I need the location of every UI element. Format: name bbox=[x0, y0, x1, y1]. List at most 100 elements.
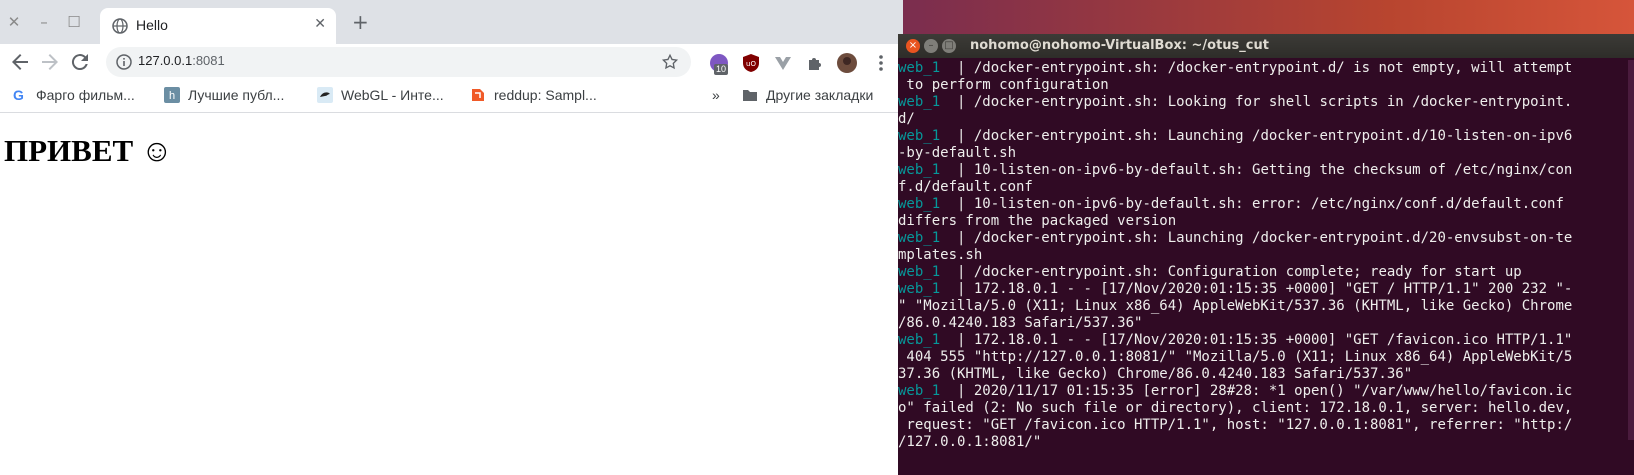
terminal-line: web_1 | 10-listen-on-ipv6-by-default.sh:… bbox=[898, 162, 1628, 179]
log-text: | /docker-entrypoint.sh: Launching /dock… bbox=[957, 128, 1573, 144]
terminal-minimize-icon[interactable]: – bbox=[924, 39, 938, 53]
log-text: | /docker-entrypoint.sh: Looking for she… bbox=[957, 94, 1573, 110]
svg-text:G: G bbox=[13, 87, 24, 103]
container-tag: web_1 bbox=[898, 60, 958, 76]
log-text: /127.0.0.1:8081/" bbox=[898, 434, 1042, 450]
container-tag: web_1 bbox=[898, 230, 958, 246]
forward-arrow-icon[interactable] bbox=[38, 50, 62, 74]
folder-icon bbox=[743, 90, 757, 101]
reddup-icon bbox=[472, 89, 484, 101]
container-tag: web_1 bbox=[898, 383, 958, 399]
log-text: o" failed (2: No such file or directory)… bbox=[898, 400, 1573, 416]
bookmarks-overflow-button[interactable]: » bbox=[712, 87, 720, 105]
terminal-line: d/ bbox=[898, 111, 1628, 128]
log-text: -by-default.sh bbox=[898, 145, 1017, 161]
container-tag: web_1 bbox=[898, 264, 958, 280]
log-text: | 172.18.0.1 - - [17/Nov/2020:01:15:35 +… bbox=[957, 281, 1573, 297]
terminal-line: to perform configuration bbox=[898, 77, 1628, 94]
bookmark-item[interactable]: reddup: Sampl... bbox=[470, 87, 597, 105]
container-tag: web_1 bbox=[898, 94, 958, 110]
log-text: request: "GET /favicon.ico HTTP/1.1", ho… bbox=[898, 417, 1573, 433]
terminal-line: 404 555 "http://127.0.0.1:8081/" "Mozill… bbox=[898, 349, 1628, 366]
ublock-icon[interactable]: uO bbox=[740, 52, 762, 74]
terminal-line: web_1 | /docker-entrypoint.sh: Launching… bbox=[898, 128, 1628, 145]
terminal-line: web_1 | 10-listen-on-ipv6-by-default.sh:… bbox=[898, 196, 1628, 213]
container-tag: web_1 bbox=[898, 332, 958, 348]
terminal-output[interactable]: web_1 | /docker-entrypoint.sh: /docker-e… bbox=[898, 60, 1628, 475]
log-text: | 172.18.0.1 - - [17/Nov/2020:01:15:35 +… bbox=[957, 332, 1573, 348]
puzzle-icon[interactable] bbox=[804, 52, 826, 74]
terminal-line: request: "GET /favicon.ico HTTP/1.1", ho… bbox=[898, 417, 1628, 434]
new-tab-button[interactable]: + bbox=[352, 12, 369, 32]
url-host: 127.0.0.1 bbox=[138, 53, 193, 68]
other-bookmarks-folder[interactable]: Другие закладки bbox=[742, 87, 873, 105]
container-tag: web_1 bbox=[898, 162, 958, 178]
terminal-line: 37.36 (KHTML, like Gecko) Chrome/86.0.42… bbox=[898, 366, 1628, 383]
container-tag: web_1 bbox=[898, 281, 958, 297]
log-text: 404 555 "http://127.0.0.1:8081/" "Mozill… bbox=[898, 349, 1573, 365]
browser-toolbar: 127.0.0.1:8081 10 uO bbox=[0, 44, 903, 80]
browser-window: ✕ – ☐ Hello ✕ + 127.0.0.1:8081 10 uO G Ф… bbox=[0, 0, 903, 475]
terminal-line: web_1 | /docker-entrypoint.sh: Looking f… bbox=[898, 94, 1628, 111]
terminal-line: /86.0.4240.183 Safari/537.36" bbox=[898, 315, 1628, 332]
bookmark-star-icon[interactable] bbox=[661, 53, 679, 71]
terminal-line: web_1 | /docker-entrypoint.sh: Configura… bbox=[898, 264, 1628, 281]
terminal-line: web_1 | 172.18.0.1 - - [17/Nov/2020:01:1… bbox=[898, 332, 1628, 349]
extension-badge: 10 bbox=[714, 64, 729, 75]
container-tag: web_1 bbox=[898, 196, 958, 212]
reload-icon[interactable] bbox=[68, 50, 92, 74]
svg-text:uO: uO bbox=[746, 60, 756, 68]
terminal-line: f.d/default.conf bbox=[898, 179, 1628, 196]
bookmarks-bar: G Фарго фильм... h Лучшие публ... WebGL … bbox=[0, 80, 903, 113]
terminal-line: mplates.sh bbox=[898, 247, 1628, 264]
log-text: | /docker-entrypoint.sh: /docker-entrypo… bbox=[957, 60, 1573, 76]
address-bar[interactable]: 127.0.0.1:8081 bbox=[106, 47, 691, 77]
log-text: differs from the packaged version bbox=[898, 213, 1177, 229]
terminal-maximize-icon[interactable]: □ bbox=[942, 39, 956, 53]
bookmark-label: Фарго фильм... bbox=[36, 87, 135, 103]
log-text: " "Mozilla/5.0 (X11; Linux x86_64) Apple… bbox=[898, 298, 1573, 314]
terminal-titlebar[interactable]: × – □ nohomo@nohomo-VirtualBox: ~/otus_c… bbox=[898, 34, 1634, 58]
terminal-scrollbar[interactable] bbox=[1628, 60, 1634, 440]
terminal-line: web_1 | 172.18.0.1 - - [17/Nov/2020:01:1… bbox=[898, 281, 1628, 298]
habr-icon: h bbox=[164, 87, 180, 103]
log-text: to perform configuration bbox=[898, 77, 1109, 93]
info-icon[interactable] bbox=[116, 54, 132, 70]
terminal-title: nohomo@nohomo-VirtualBox: ~/otus_cut bbox=[970, 38, 1269, 53]
other-bookmarks-label: Другие закладки bbox=[766, 87, 874, 103]
profile-avatar-icon[interactable] bbox=[836, 52, 858, 74]
terminal-line: -by-default.sh bbox=[898, 145, 1628, 162]
terminal-line: /127.0.0.1:8081/" bbox=[898, 434, 1628, 451]
globe-icon bbox=[112, 18, 128, 34]
page-content: ПРИВЕТ ☺ bbox=[0, 113, 903, 475]
container-tag: web_1 bbox=[898, 128, 958, 144]
terminal-line: o" failed (2: No such file or directory)… bbox=[898, 400, 1628, 417]
terminal-line: web_1 | /docker-entrypoint.sh: /docker-e… bbox=[898, 60, 1628, 77]
bookmark-item[interactable]: h Лучшие публ... bbox=[164, 87, 284, 105]
menu-kebab-icon[interactable] bbox=[870, 52, 892, 74]
back-arrow-icon[interactable] bbox=[8, 50, 32, 74]
log-text: /86.0.4240.183 Safari/537.36" bbox=[898, 315, 1143, 331]
bookmark-label: reddup: Sampl... bbox=[494, 87, 597, 103]
terminal-close-icon[interactable]: × bbox=[906, 39, 920, 53]
window-close-icon[interactable]: ✕ bbox=[4, 12, 24, 32]
url-port: :8081 bbox=[192, 53, 225, 68]
terminal-line: " "Mozilla/5.0 (X11; Linux x86_64) Apple… bbox=[898, 298, 1628, 315]
window-minimize-icon[interactable]: – bbox=[34, 12, 54, 32]
terminal-line: web_1 | /docker-entrypoint.sh: Launching… bbox=[898, 230, 1628, 247]
log-text: 37.36 (KHTML, like Gecko) Chrome/86.0.42… bbox=[898, 366, 1413, 382]
log-text: mplates.sh bbox=[898, 247, 983, 263]
tab-close-icon[interactable]: ✕ bbox=[314, 16, 326, 32]
url-text: 127.0.0.1:8081 bbox=[138, 53, 225, 68]
tab-hello[interactable]: Hello ✕ bbox=[100, 8, 336, 44]
bookmark-item[interactable]: G Фарго фильм... bbox=[12, 87, 135, 105]
vue-devtools-icon[interactable] bbox=[772, 52, 794, 74]
terminal-line: web_1 | 2020/11/17 01:15:35 [error] 28#2… bbox=[898, 383, 1628, 400]
log-text: | /docker-entrypoint.sh: Launching /dock… bbox=[957, 230, 1573, 246]
terminal-window: × – □ nohomo@nohomo-VirtualBox: ~/otus_c… bbox=[898, 34, 1634, 475]
log-text: d/ bbox=[898, 111, 915, 127]
bookmark-item[interactable]: WebGL - Инте... bbox=[317, 87, 444, 105]
window-maximize-icon[interactable]: ☐ bbox=[64, 12, 84, 32]
google-icon: G bbox=[13, 87, 24, 103]
svg-text:h: h bbox=[169, 90, 175, 102]
